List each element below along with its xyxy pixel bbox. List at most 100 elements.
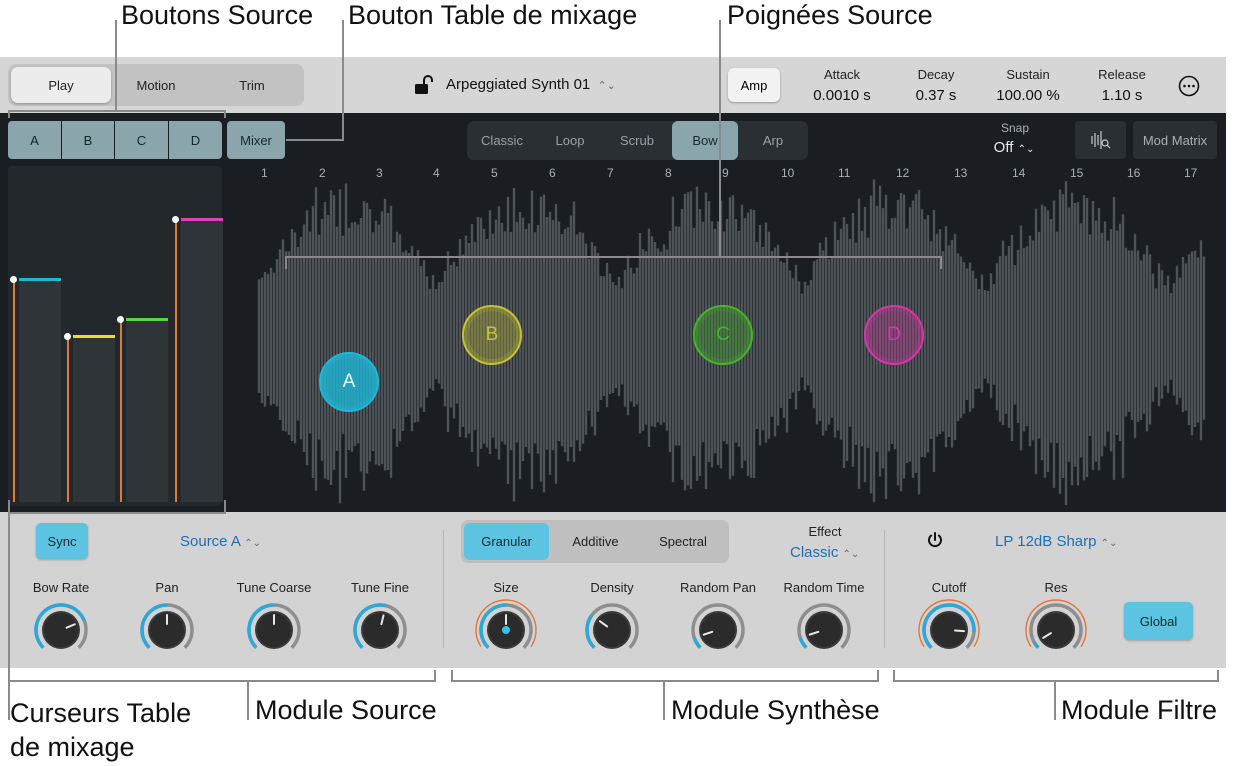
size-label: Size xyxy=(493,580,519,595)
attack-value[interactable]: 0.0010 s xyxy=(800,87,884,104)
mod-matrix-button[interactable]: Mod Matrix xyxy=(1133,121,1217,159)
leader-line xyxy=(719,20,721,258)
source-handle-c[interactable]: C xyxy=(693,305,753,365)
mixer-slider-b[interactable] xyxy=(73,336,115,502)
leader-line xyxy=(1054,680,1056,720)
leader-line xyxy=(451,670,453,682)
leader-line xyxy=(224,500,226,514)
source-a-button[interactable]: A xyxy=(8,121,61,159)
release-label: Release xyxy=(1098,67,1146,82)
mixer-button[interactable]: Mixer xyxy=(227,121,285,159)
power-icon[interactable] xyxy=(926,531,944,549)
tune-fine-label: Tune Fine xyxy=(350,580,410,595)
play-mode-scrub[interactable]: Scrub xyxy=(603,121,671,160)
mode-trim-button[interactable]: Trim xyxy=(202,64,302,106)
density-label: Density xyxy=(590,580,634,595)
leader-line xyxy=(285,256,287,269)
more-options-icon[interactable] xyxy=(1178,75,1200,97)
bow-rate-knob[interactable] xyxy=(29,598,93,662)
source-handle-a[interactable]: A xyxy=(319,352,379,412)
chevron-updown-icon: ⌃⌄ xyxy=(1100,538,1118,549)
effect-label: Effect xyxy=(808,524,842,539)
divider xyxy=(884,530,885,648)
effect-selector[interactable]: Classic ⌃⌄ xyxy=(790,544,859,561)
leader-line xyxy=(940,256,942,269)
synthesis-granular-button[interactable]: Granular xyxy=(464,523,549,560)
cutoff-label: Cutoff xyxy=(931,580,967,595)
snap-selector[interactable]: Off ⌃⌄ xyxy=(984,139,1044,156)
filter-type-value: LP 12dB Sharp xyxy=(995,533,1097,550)
callout-mixer-sliders-line2: de mixage xyxy=(10,731,135,762)
decay-label: Decay xyxy=(917,67,955,82)
sync-button[interactable]: Sync xyxy=(36,523,88,559)
size-knob[interactable] xyxy=(474,598,538,662)
callout-source-handles: Poignées Source xyxy=(727,0,933,30)
amp-button[interactable]: Amp xyxy=(728,68,780,102)
callout-synthesis-module: Module Synthèse xyxy=(671,695,880,725)
mixer-slider-a[interactable] xyxy=(19,279,61,502)
tune-fine-knob[interactable] xyxy=(348,598,412,662)
mixer-slider-handle[interactable] xyxy=(64,333,71,341)
source-b-button[interactable]: B xyxy=(62,121,114,159)
callout-mixer-sliders: Curseurs Table de mixage xyxy=(10,697,191,765)
mode-motion-button[interactable]: Motion xyxy=(106,64,206,106)
play-mode-bow[interactable]: Bow xyxy=(672,121,738,160)
random-pan-label: Random Pan xyxy=(680,580,756,595)
res-knob[interactable] xyxy=(1024,598,1088,662)
source-c-button[interactable]: C xyxy=(115,121,168,159)
callout-filter-module: Module Filtre xyxy=(1061,695,1218,725)
synthesis-spectral-button[interactable]: Spectral xyxy=(639,523,727,560)
mode-play-button[interactable]: Play xyxy=(11,67,111,103)
tune-coarse-knob[interactable] xyxy=(242,598,306,662)
waveform-zoom-icon xyxy=(1091,131,1111,149)
sustain-value[interactable]: 100.00 % xyxy=(986,87,1070,104)
source-d-button[interactable]: D xyxy=(169,121,222,159)
filter-type-selector[interactable]: LP 12dB Sharp ⌃⌄ xyxy=(995,533,1117,550)
mixer-stem xyxy=(175,219,177,502)
view-mode-selector: Play Motion Trim xyxy=(8,64,304,106)
mixer-slider-d[interactable] xyxy=(181,219,223,502)
source-handle-d[interactable]: D xyxy=(864,305,924,365)
leader-line xyxy=(285,256,942,258)
waveform-zoom-button[interactable] xyxy=(1075,121,1126,159)
callout-source-buttons: Boutons Source xyxy=(121,0,314,30)
pan-label: Pan xyxy=(155,580,179,595)
sustain-label: Sustain xyxy=(1006,67,1050,82)
random-time-knob[interactable] xyxy=(792,598,856,662)
play-mode-arp[interactable]: Arp xyxy=(739,121,807,160)
play-mode-classic[interactable]: Classic xyxy=(467,121,537,160)
density-knob[interactable] xyxy=(580,598,644,662)
random-pan-knob[interactable] xyxy=(686,598,750,662)
divider xyxy=(443,530,444,648)
pan-knob[interactable] xyxy=(135,598,199,662)
synthesis-type-selector: Granular Additive Spectral xyxy=(461,520,729,563)
leader-line xyxy=(286,139,344,141)
callout-source-module: Module Source xyxy=(255,695,437,725)
cutoff-knob[interactable] xyxy=(917,598,981,662)
decay-value[interactable]: 0.37 s xyxy=(894,87,978,104)
global-button[interactable]: Global xyxy=(1124,602,1193,640)
chevron-updown-icon: ⌃⌄ xyxy=(597,80,616,92)
random-time-label: Random Time xyxy=(783,580,865,595)
play-mode-selector: Classic Loop Scrub Bow Arp xyxy=(467,121,808,160)
callout-mixer-button: Bouton Table de mixage xyxy=(348,0,638,30)
leader-line xyxy=(8,680,436,682)
leader-line xyxy=(434,670,436,682)
snap-value: Off xyxy=(993,139,1014,156)
source-selector[interactable]: Source A ⌃⌄ xyxy=(180,533,261,550)
unlock-icon[interactable] xyxy=(413,74,435,96)
play-mode-loop[interactable]: Loop xyxy=(537,121,603,160)
leader-line xyxy=(224,110,226,118)
synthesis-additive-button[interactable]: Additive xyxy=(553,523,638,560)
snap-label: Snap xyxy=(1000,121,1030,135)
mixer-slider-c[interactable] xyxy=(126,319,168,502)
leader-line xyxy=(663,680,665,720)
release-value[interactable]: 1.10 s xyxy=(1080,87,1164,104)
chevron-updown-icon: ⌃⌄ xyxy=(244,538,261,549)
preset-selector[interactable]: Arpeggiated Synth 01 ⌃⌄ xyxy=(446,76,616,93)
leader-line xyxy=(8,512,226,514)
mixer-stem xyxy=(13,279,15,502)
source-handle-b[interactable]: B xyxy=(462,305,522,365)
leader-line xyxy=(893,670,895,682)
leader-line xyxy=(342,20,344,141)
